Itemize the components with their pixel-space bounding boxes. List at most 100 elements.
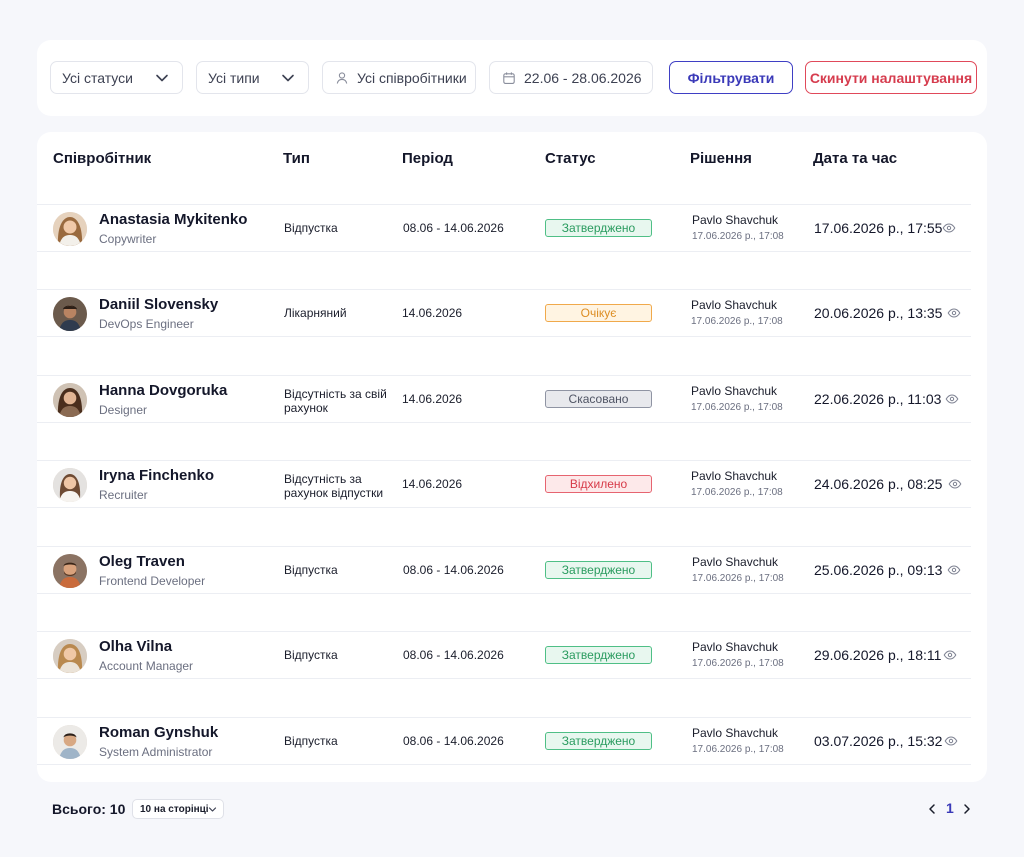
column-header-period: Період: [402, 150, 453, 167]
request-datetime: 29.06.2026 р., 18:11: [814, 647, 942, 663]
employee-role: DevOps Engineer: [99, 317, 194, 331]
date-range-picker[interactable]: 22.06 - 28.06.2026: [489, 61, 653, 94]
chevron-down-icon: [208, 805, 217, 814]
type-filter-dropdown[interactable]: Усі типи: [196, 61, 309, 94]
employee-role: Frontend Developer: [99, 574, 206, 588]
employee-name: Anastasia Mykitenko: [99, 211, 248, 228]
user-icon: [335, 71, 349, 85]
decision-date: 17.06.2026 р., 17:08: [692, 573, 784, 584]
request-datetime: 20.06.2026 р., 13:35: [814, 305, 943, 321]
decision-date: 17.06.2026 р., 17:08: [691, 316, 783, 327]
status-badge: Скасовано: [545, 390, 652, 408]
avatar: [53, 468, 87, 502]
decision-date: 17.06.2026 р., 17:08: [692, 744, 784, 755]
decision-author: Pavlo Shavchuk: [691, 384, 778, 398]
per-page-select[interactable]: 10 на сторінці: [132, 799, 224, 819]
status-badge: Відхилено: [545, 475, 652, 493]
decision-author: Pavlo Shavchuk: [692, 555, 779, 569]
employee-filter-label: Усі співробітники: [357, 69, 467, 86]
status-badge: Затверджено: [545, 561, 652, 579]
eye-icon[interactable]: [948, 477, 962, 491]
avatar: [53, 383, 87, 417]
employee-name: Daniil Slovensky: [99, 296, 219, 313]
employee-role: Recruiter: [99, 488, 148, 502]
filter-button[interactable]: Фільтрувати: [669, 61, 793, 94]
decision-author: Pavlo Shavchuk: [691, 469, 778, 483]
total-count: Всього: 10: [52, 801, 126, 817]
request-period: 14.06.2026: [402, 477, 463, 491]
decision-date: 17.06.2026 р., 17:08: [692, 231, 784, 242]
decision-author: Pavlo Shavchuk: [691, 298, 778, 312]
employee-filter[interactable]: Усі співробітники: [322, 61, 476, 94]
eye-icon[interactable]: [942, 221, 956, 235]
calendar-icon: [502, 71, 516, 85]
decision-date: 17.06.2026 р., 17:08: [691, 402, 783, 413]
request-period: 08.06 - 14.06.2026: [403, 648, 504, 662]
date-range-value: 22.06 - 28.06.2026: [524, 69, 642, 86]
filter-bar: Усі статуси Усі типи Усі співробітники 2…: [37, 40, 987, 116]
table-row[interactable]: Iryna Finchenko Recruiter Відсутність за…: [37, 460, 971, 508]
request-type: Відпустка: [284, 648, 338, 662]
decision-date: 17.06.2026 р., 17:08: [692, 658, 784, 669]
table-row[interactable]: Hanna Dovgoruka Designer Відсутність за …: [37, 375, 971, 423]
request-type: Відсутність за рахунок відпустки: [284, 472, 384, 500]
requests-table: Співробітник Тип Період Статус Рішення Д…: [37, 132, 987, 782]
request-period: 08.06 - 14.06.2026: [403, 734, 504, 748]
table-row[interactable]: Anastasia Mykitenko Copywriter Відпустка…: [37, 204, 971, 252]
eye-icon[interactable]: [947, 563, 961, 577]
employee-name: Roman Gynshuk: [99, 724, 219, 741]
avatar: [53, 554, 87, 588]
request-type: Відпустка: [284, 563, 338, 577]
eye-icon[interactable]: [944, 734, 958, 748]
decision-author: Pavlo Shavchuk: [692, 726, 779, 740]
table-row[interactable]: Roman Gynshuk System Administrator Відпу…: [37, 717, 971, 765]
chevron-down-icon: [155, 71, 169, 85]
request-datetime: 03.07.2026 р., 15:32: [814, 733, 943, 749]
column-header-datetime: Дата та час: [813, 150, 898, 167]
per-page-value: 10 на сторінці: [140, 803, 209, 815]
employee-role: Copywriter: [99, 232, 157, 246]
decision-author: Pavlo Shavchuk: [692, 213, 779, 227]
eye-icon[interactable]: [945, 392, 959, 406]
status-badge: Затверджено: [545, 732, 652, 750]
request-type: Відпустка: [284, 734, 338, 748]
employee-name: Iryna Finchenko: [99, 467, 215, 484]
avatar: [53, 639, 87, 673]
avatar: [53, 725, 87, 759]
chevron-right-icon[interactable]: [962, 802, 972, 814]
employee-role: Designer: [99, 403, 148, 417]
column-header-employee: Співробітник: [53, 150, 152, 167]
request-type: Лікарняний: [284, 306, 347, 320]
request-period: 08.06 - 14.06.2026: [403, 563, 504, 577]
request-type: Відсутність за свій рахунок: [284, 387, 387, 415]
chevron-down-icon: [281, 71, 295, 85]
request-type: Відпустка: [284, 221, 338, 235]
column-header-decision: Рішення: [690, 150, 752, 167]
request-datetime: 24.06.2026 р., 08:25: [814, 476, 943, 492]
status-badge: Затверджено: [545, 646, 652, 664]
request-period: 14.06.2026: [402, 392, 463, 406]
chevron-left-icon[interactable]: [927, 802, 937, 814]
reset-settings-button[interactable]: Скинути налаштування: [805, 61, 977, 94]
employee-name: Hanna Dovgoruka: [99, 382, 228, 399]
employee-role: System Administrator: [99, 745, 213, 759]
type-filter-label: Усі типи: [208, 69, 260, 86]
status-filter-label: Усі статуси: [62, 69, 133, 86]
table-row[interactable]: Daniil Slovensky DevOps Engineer Лікарня…: [37, 289, 971, 337]
table-row[interactable]: Olha Vilna Account Manager Відпустка 08.…: [37, 631, 971, 679]
request-datetime: 22.06.2026 р., 11:03: [814, 391, 942, 407]
page-number-current[interactable]: 1: [946, 800, 954, 816]
request-period: 14.06.2026: [402, 306, 463, 320]
request-datetime: 25.06.2026 р., 09:13: [814, 562, 943, 578]
column-header-type: Тип: [283, 150, 310, 167]
request-datetime: 17.06.2026 р., 17:55: [814, 220, 943, 236]
table-row[interactable]: Oleg Traven Frontend Developer Відпустка…: [37, 546, 971, 594]
status-filter-dropdown[interactable]: Усі статуси: [50, 61, 183, 94]
eye-icon[interactable]: [947, 306, 961, 320]
employee-role: Account Manager: [99, 659, 194, 673]
decision-author: Pavlo Shavchuk: [692, 640, 779, 654]
avatar: [53, 297, 87, 331]
status-badge: Очікує: [545, 304, 652, 322]
avatar: [53, 212, 87, 246]
eye-icon[interactable]: [943, 648, 957, 662]
